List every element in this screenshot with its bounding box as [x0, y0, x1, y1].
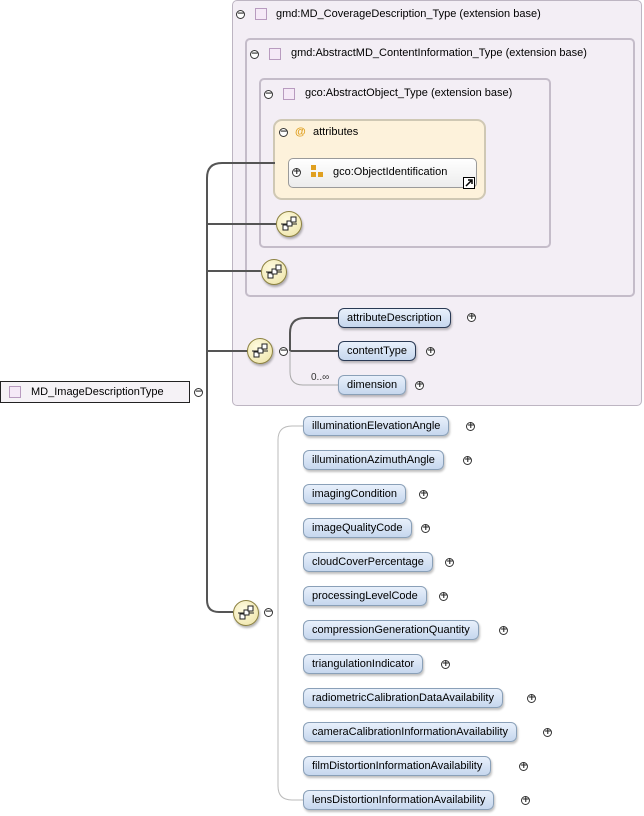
- collapse-sequence-toggle[interactable]: −: [279, 347, 288, 356]
- sequence-compositor-icon[interactable]: [276, 211, 302, 237]
- expand-element-toggle[interactable]: +: [543, 728, 552, 737]
- element-illumination-azimuth-angle[interactable]: illuminationAzimuthAngle: [303, 450, 444, 470]
- element-label: lensDistortionInformationAvailability: [312, 794, 486, 806]
- expand-element-toggle[interactable]: +: [441, 660, 450, 669]
- element-label: radiometricCalibrationDataAvailability: [312, 692, 494, 704]
- element-illumination-elevation-angle[interactable]: illuminationElevationAngle: [303, 416, 450, 436]
- expand-element-toggle[interactable]: +: [419, 490, 428, 499]
- element-content-type[interactable]: contentType: [338, 341, 416, 361]
- expand-element-toggle[interactable]: +: [415, 381, 424, 390]
- element-label: illuminationAzimuthAngle: [312, 454, 435, 466]
- element-film-distortion-information-availability[interactable]: filmDistortionInformationAvailability: [303, 756, 492, 776]
- sequence-compositor-icon[interactable]: [247, 338, 273, 364]
- element-cloud-cover-percentage[interactable]: cloudCoverPercentage: [303, 552, 433, 572]
- element-label: imageQualityCode: [312, 522, 403, 534]
- element-label: illuminationElevationAngle: [312, 420, 441, 432]
- element-label: attributeDescription: [347, 312, 442, 324]
- element-label: imagingCondition: [312, 488, 397, 500]
- expand-element-toggle[interactable]: +: [445, 558, 454, 567]
- collapse-root-toggle[interactable]: −: [194, 388, 203, 397]
- element-label: triangulationIndicator: [312, 658, 415, 670]
- element-attribute-description[interactable]: attributeDescription: [338, 308, 451, 328]
- expand-element-toggle[interactable]: +: [519, 762, 528, 771]
- element-radiometric-calibration-data-availability[interactable]: radiometricCalibrationDataAvailability: [303, 688, 503, 708]
- element-label: filmDistortionInformationAvailability: [312, 760, 483, 772]
- complex-type-icon: [9, 386, 21, 398]
- expand-element-toggle[interactable]: +: [439, 592, 448, 601]
- element-label: processingLevelCode: [312, 590, 418, 602]
- element-imaging-condition[interactable]: imagingCondition: [303, 484, 406, 504]
- element-label: dimension: [347, 379, 398, 391]
- element-lens-distortion-information-availability[interactable]: lensDistortionInformationAvailability: [303, 790, 495, 810]
- element-label: contentType: [347, 345, 407, 357]
- sequence-compositor-icon[interactable]: [261, 259, 287, 285]
- type-label: MD_ImageDescriptionType: [31, 386, 164, 398]
- expand-element-toggle[interactable]: +: [466, 422, 475, 431]
- element-triangulation-indicator[interactable]: triangulationIndicator: [303, 654, 424, 674]
- element-image-quality-code[interactable]: imageQualityCode: [303, 518, 412, 538]
- expand-element-toggle[interactable]: +: [499, 626, 508, 635]
- expand-element-toggle[interactable]: +: [426, 347, 435, 356]
- expand-element-toggle[interactable]: +: [527, 694, 536, 703]
- element-processing-level-code[interactable]: processingLevelCode: [303, 586, 427, 606]
- sequence-compositor-icon[interactable]: [233, 600, 259, 626]
- element-camera-calibration-information-availability[interactable]: cameraCalibrationInformationAvailability: [303, 722, 518, 742]
- collapse-sequence-toggle[interactable]: −: [264, 608, 273, 617]
- element-label: compressionGenerationQuantity: [312, 624, 470, 636]
- expand-element-toggle[interactable]: +: [467, 313, 476, 322]
- expand-element-toggle[interactable]: +: [521, 796, 530, 805]
- element-dimension[interactable]: dimension: [338, 375, 407, 395]
- element-label: cloudCoverPercentage: [312, 556, 424, 568]
- element-label: cameraCalibrationInformationAvailability: [312, 726, 509, 738]
- expand-element-toggle[interactable]: +: [421, 524, 430, 533]
- md-image-description-type-box[interactable]: MD_ImageDescriptionType: [0, 381, 190, 403]
- occurrence-label: 0..∞: [311, 372, 330, 383]
- expand-element-toggle[interactable]: +: [463, 456, 472, 465]
- element-compression-generation-quantity[interactable]: compressionGenerationQuantity: [303, 620, 479, 640]
